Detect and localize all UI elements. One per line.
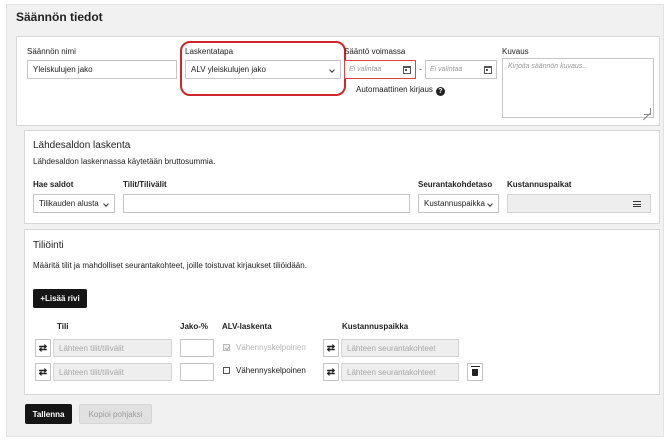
tracking-level-label: Seurantakohdetaso (418, 180, 493, 189)
row-2-cost-center-input[interactable]: Lähteen seurantakohteet (341, 363, 459, 381)
page-title: Säännön tiedot (16, 10, 103, 24)
rule-name-label: Säännön nimi (27, 47, 76, 56)
add-row-button[interactable]: +Lisää rivi (33, 289, 87, 308)
row-1-vat-label: Vähennyskelpoinen (236, 343, 306, 352)
fetch-balances-select[interactable]: Tilikauden alusta (33, 194, 115, 213)
copy-as-template-button[interactable]: Kopioi pohjaksi (79, 404, 152, 424)
row-1-account-input[interactable]: Lähteen tilit/tilivälit (53, 339, 172, 357)
row-2-share-input[interactable] (180, 363, 214, 381)
column-vat: ALV-laskenta (222, 322, 272, 331)
row-2-delete-button[interactable] (467, 363, 483, 381)
auto-posting-label[interactable]: Automaattinen kirjaus? (356, 85, 445, 96)
accounts-label: Tilit/Tilivälit (123, 180, 167, 189)
save-button[interactable]: Tallenna (25, 404, 72, 424)
cost-centers-label: Kustannuspaikat (507, 180, 572, 189)
row-1-share-input[interactable] (180, 339, 214, 357)
swap-icon[interactable]: ⇄ (35, 363, 51, 381)
valid-to-date[interactable]: Ei valintaa (425, 60, 497, 79)
fetch-balances-label: Hae saldot (33, 180, 74, 189)
calendar-icon[interactable] (403, 65, 411, 74)
cost-centers-list-button[interactable] (628, 196, 646, 212)
valid-from-date[interactable]: Ei valintaa (344, 60, 416, 79)
tracking-level-select[interactable]: Kustannuspaikka (418, 194, 499, 213)
rule-valid-label: Sääntö voimassa (344, 47, 406, 56)
auto-posting-text: Automaattinen kirjaus (356, 85, 433, 94)
help-icon[interactable]: ? (435, 87, 445, 96)
valid-to-placeholder: Ei valintaa (430, 66, 463, 73)
swap-icon[interactable]: ⇄ (35, 339, 51, 357)
row-2-vat-label: Vähennyskelpoinen (236, 366, 306, 375)
rule-name-input[interactable]: Yleiskulujen jako (27, 60, 177, 79)
list-icon (633, 201, 641, 207)
row-1-vat-checkbox[interactable] (223, 344, 230, 351)
description-label: Kuvaus (502, 47, 529, 56)
calendar-icon[interactable] (484, 65, 492, 74)
source-balance-title: Lähdesaldon laskenta (33, 140, 131, 151)
description-placeholder: Kirjoita säännön kuvaus... (508, 63, 589, 70)
swap-icon[interactable]: ⇄ (323, 363, 339, 381)
row-2-vat-checkbox[interactable] (223, 367, 230, 374)
swap-icon[interactable]: ⇄ (323, 339, 339, 357)
posting-description: Määritä tilit ja mahdolliset seurantakoh… (33, 261, 307, 270)
date-separator: - (419, 64, 422, 74)
calc-method-highlight (180, 41, 346, 96)
row-2-account-input[interactable]: Lähteen tilit/tilivälit (53, 363, 172, 381)
column-account: Tili (57, 322, 69, 331)
accounts-input[interactable] (123, 194, 410, 213)
resize-handle-icon[interactable] (644, 108, 651, 115)
column-share: Jako-% (180, 322, 209, 331)
trash-icon (470, 366, 480, 376)
description-textarea[interactable]: Kirjoita säännön kuvaus... (502, 58, 654, 118)
row-1-cost-center-input[interactable]: Lähteen seurantakohteet (341, 339, 459, 357)
column-cost-center: Kustannuspaikka (342, 322, 409, 331)
valid-from-placeholder: Ei valintaa (349, 66, 382, 73)
posting-title: Tiliöinti (33, 240, 64, 251)
source-balance-description: Lähdesaldon laskennassa käytetään brutto… (33, 157, 216, 166)
